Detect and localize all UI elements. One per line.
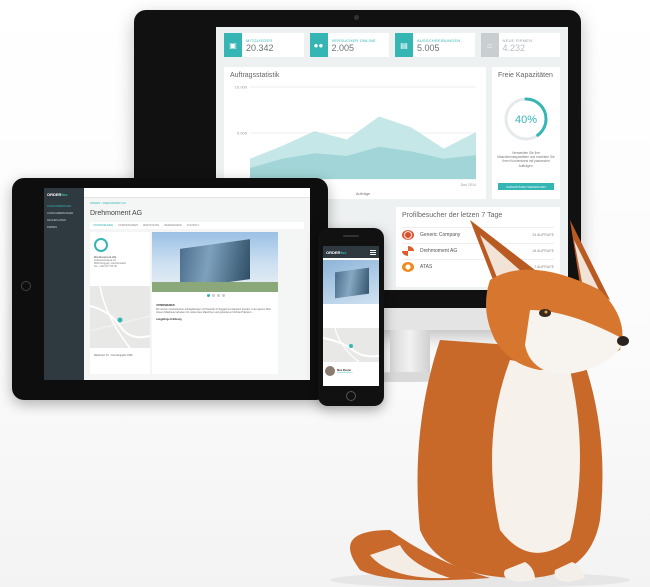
kpi-value: 4.232 [502, 42, 526, 53]
tablet-topbar [84, 188, 310, 198]
card-title: Freie Kapazitäten [498, 72, 553, 79]
sidebar-item-messages[interactable]: NACHRICHTEN [44, 217, 84, 224]
x-tick-label: Dez 2014 [461, 183, 476, 187]
kpi-visitors[interactable]: ●● VERSUCHER ONLINE 2.005 [309, 33, 389, 57]
product-scene: ▣ MITGLIEDER 20.342 ●● VERSUCHER ONLINE 2.… [0, 0, 650, 587]
webcam [354, 15, 359, 20]
kpi-value: 2.005 [331, 42, 355, 53]
company-phone: Tel. +423 377 55 00 [94, 265, 117, 268]
section-body: Wir sind ein mechanischer Auftragsfertig… [156, 307, 272, 315]
company-building-photo [152, 232, 278, 292]
users-icon: ●● [309, 33, 328, 57]
capacity-description: Vermarkten Sie Ihre Maschinenkapazitäten… [497, 151, 555, 168]
capacity-card: Freie Kapazitäten 40% Vermarkten Sie Ihr… [492, 67, 560, 199]
sidebar-item-tenders[interactable]: AUSSCHREIBUNGEN [44, 210, 84, 217]
company-logo-icon [94, 238, 108, 252]
tablet-device: ORDERfox AUSSCHREIBUNGEN AUSSCHREIBUNGEN… [12, 178, 328, 400]
capacity-percent: 40% [515, 114, 537, 126]
company-footer: Mitarbeiter 54 Gründungsjahr 1998 [94, 354, 132, 357]
company-card: Drehmoment AG Industriestrasse 23 9010 R… [94, 238, 126, 268]
page-title: Drehmoment AG [90, 210, 143, 217]
tab-references[interactable]: REFERENZEN [164, 224, 182, 227]
brand-part-a: ORDER [47, 192, 62, 197]
capacity-gauge: 40% [504, 97, 548, 141]
kpi-value: 20.342 [246, 42, 274, 53]
kpi-tenders[interactable]: ▤ AUSSCHREIBUNGEN 5.005 [395, 33, 475, 57]
fox-mascot-image [330, 220, 630, 587]
tab-certificates[interactable]: ZERTIFIKATE [143, 224, 159, 227]
y-tick-label: 10.000 [235, 85, 248, 90]
kpi-value: 5.005 [417, 42, 440, 53]
tab-competences[interactable]: KOMPETENZEN [118, 224, 138, 227]
kpi-row: ▣ MITGLIEDER 20.342 ●● VERSUCHER ONLINE 2.… [224, 33, 560, 57]
manage-capacity-button[interactable]: KAPAZITÄTEN VERWALTEN [498, 183, 554, 190]
carousel-dots[interactable] [207, 294, 225, 297]
y-tick-label: 5.000 [237, 131, 248, 136]
tablet-home-button[interactable] [21, 281, 31, 291]
breadcrumb[interactable]: FIRMEN > DREHMOMENT AG [90, 202, 126, 205]
tablet-sidebar: ORDERfox AUSSCHREIBUNGEN AUSSCHREIBUNGEN… [44, 188, 84, 380]
company-detail-panel: UNTERNEHMEN Wir sind ein mechanischer Au… [152, 232, 278, 374]
employees: Mitarbeiter 54 [94, 354, 109, 357]
building-icon: ▣ [224, 33, 242, 57]
founded: Gründungsjahr 1998 [110, 354, 133, 357]
tablet-screen: ORDERfox AUSSCHREIBUNGEN AUSSCHREIBUNGEN… [44, 188, 310, 380]
tab-company[interactable]: UNTERNEHMEN [93, 224, 113, 227]
section-subheading: Langjährige Erfahrung [156, 318, 182, 321]
brand-logo: ORDERfox [44, 188, 84, 201]
tab-contact[interactable]: KONTAKT [187, 224, 199, 227]
company-description: UNTERNEHMEN Wir sind ein mechanischer Au… [156, 304, 274, 322]
kpi-members[interactable]: ▣ MITGLIEDER 20.342 [224, 33, 304, 57]
factory-icon: ⌂ [480, 33, 499, 57]
sidebar-item-companies[interactable]: FIRMEN [44, 224, 84, 231]
sidebar-section: AUSSCHREIBUNGEN [47, 205, 72, 208]
company-info-panel: Drehmoment AG Industriestrasse 23 9010 R… [90, 232, 150, 374]
kpi-new-companies[interactable]: ⌂ NEUE FIRMEN 4.232 [480, 33, 560, 57]
tablet-main: FIRMEN > DREHMOMENT AG Drehmoment AG UNT… [84, 188, 310, 380]
company-tabs: UNTERNEHMEN KOMPETENZEN ZERTIFIKATE REFE… [90, 222, 304, 229]
brand-part-b: fox [61, 192, 68, 197]
location-map[interactable] [90, 286, 150, 348]
legend-label: Aufträge [356, 192, 370, 196]
document-icon: ▤ [395, 33, 413, 57]
lawn-shape [152, 282, 278, 292]
